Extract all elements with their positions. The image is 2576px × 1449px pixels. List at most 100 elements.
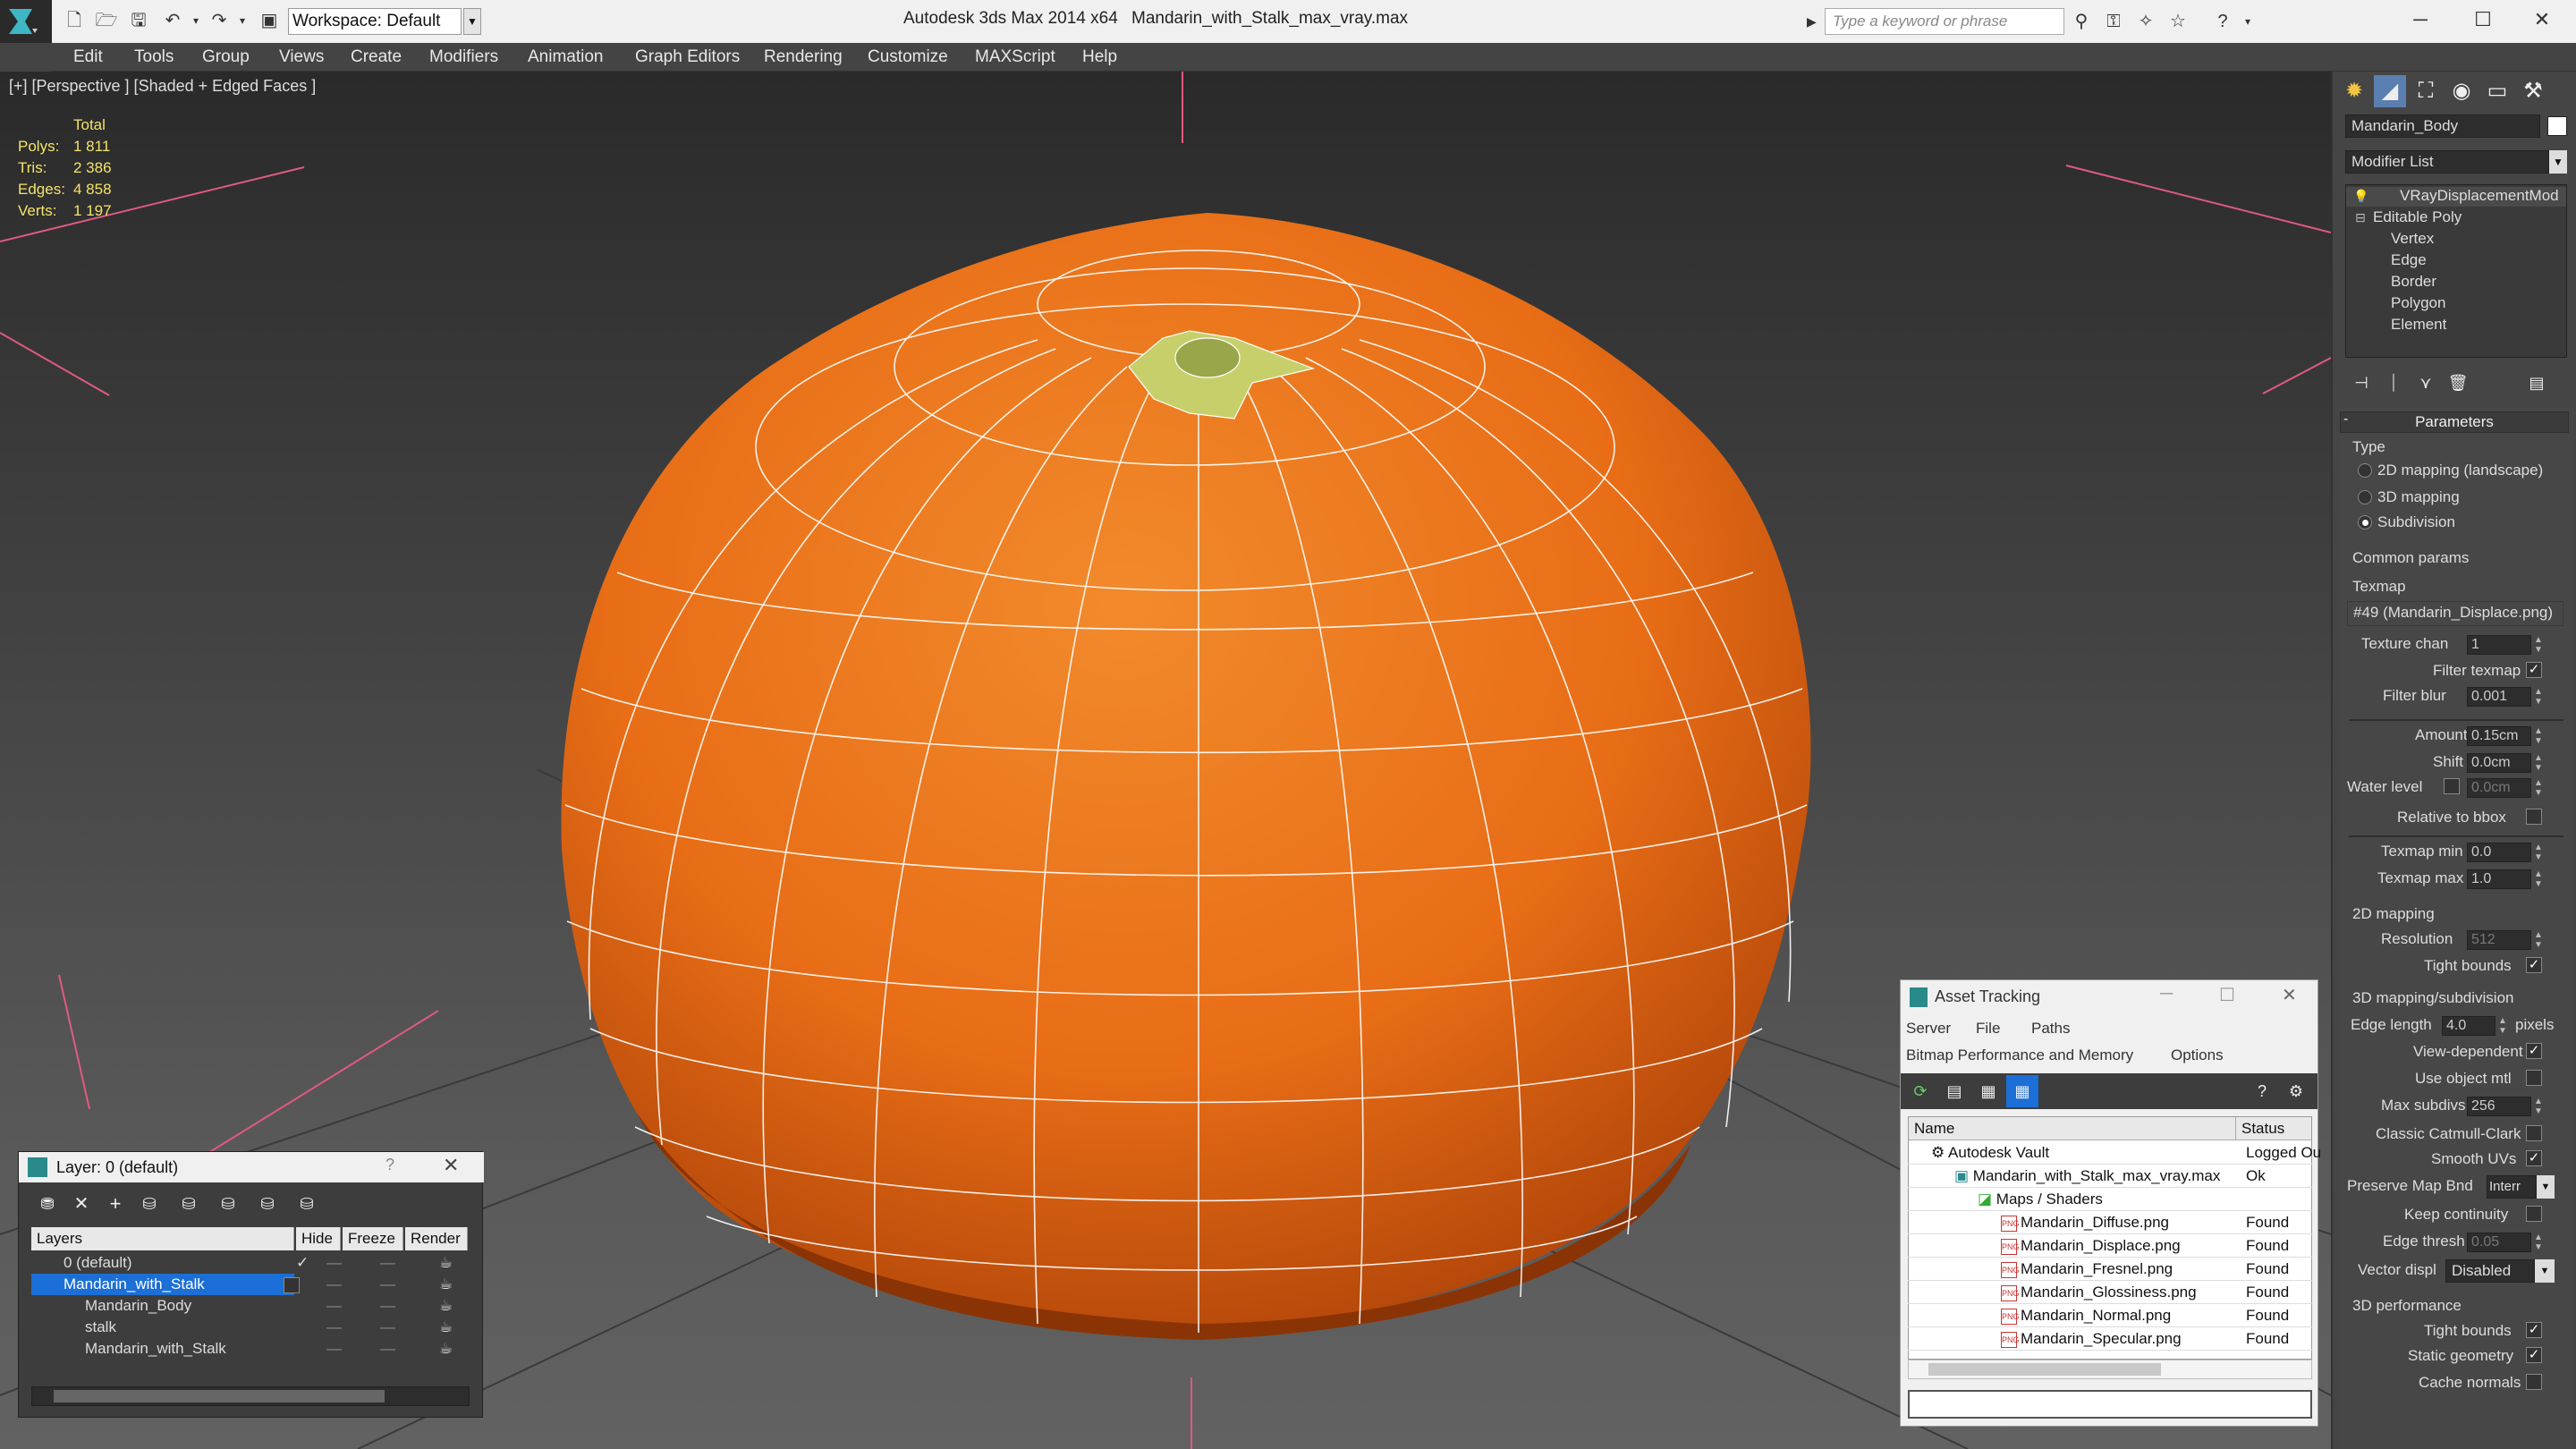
create-layer-icon[interactable]: ⛃ [31,1188,64,1220]
menu-file[interactable]: File [1976,1020,2000,1038]
spinner-arrows-icon[interactable]: ▲ ▼ [2533,1097,2544,1116]
asset-row[interactable]: PNGMandarin_Glossiness.png Found [1908,1281,2312,1304]
edge-thresh-spinner[interactable]: 0.05 [2467,1233,2531,1252]
column-layers[interactable]: Layers [31,1227,294,1250]
show-end-result-icon[interactable]: ⏐ [2377,367,2410,399]
max-subdivs-spinner[interactable]: 256 [2467,1097,2531,1116]
spinner-arrows-icon[interactable]: ▲ ▼ [2533,930,2544,950]
spinner-arrows-icon[interactable]: ▲ ▼ [2533,687,2544,707]
modifier-stack[interactable]: VRayDisplacementMod 💡 Editable Poly ⊟ Ve… [2345,184,2567,358]
subscription-icon[interactable]: ⚿ [2102,11,2125,32]
stack-item-polygon[interactable]: Polygon [2391,294,2445,312]
freeze-dash[interactable]: — [380,1274,395,1295]
asset-row[interactable]: PNGMandarin_Displace.png Found [1908,1234,2312,1258]
highlight-layer-icon[interactable]: ⛁ [173,1188,205,1220]
pin-stack-icon[interactable]: ⊣ [2345,367,2377,399]
maximize-icon[interactable]: ☐ [2219,984,2235,1006]
freeze-all-icon[interactable]: ⛁ [251,1188,284,1220]
column-render[interactable]: Render [405,1227,468,1250]
thumbnail-view-icon[interactable]: ▦ [1972,1075,2004,1107]
undo-icon[interactable]: ↶ [161,9,184,32]
stack-item-vraydisplacement[interactable]: VRayDisplacementMod [2346,187,2566,207]
menu-animation[interactable]: Animation [528,43,604,72]
menu-maxscript[interactable]: MAXScript [975,43,1055,72]
layer-row[interactable]: Mandarin_Body — — ☕ [31,1295,470,1317]
chevron-down-icon[interactable]: ▼ [2537,1175,2555,1199]
open-file-icon[interactable]: 🗁 [95,9,118,32]
spinner-arrows-icon[interactable]: ▲ ▼ [2533,726,2544,746]
close-icon[interactable]: ✕ [2515,4,2569,36]
tight-bounds-2-checkbox[interactable]: ✓ [2526,1322,2542,1338]
asset-row[interactable]: PNGMandarin_Diffuse.png Found [1908,1211,2312,1234]
communication-icon[interactable]: ✧ [2134,11,2157,32]
close-icon[interactable]: ✕ [443,1154,459,1177]
layer-checkbox[interactable] [284,1277,300,1293]
texmap-max-spinner[interactable]: 1.0 [2467,869,2531,889]
binoculars-icon[interactable]: ⚲ [2070,11,2093,32]
column-hide[interactable]: Hide [296,1227,341,1250]
use-object-mtl-checkbox[interactable] [2526,1070,2542,1086]
utilities-tab-icon[interactable]: ⚒ [2517,75,2549,107]
hide-dash[interactable]: — [326,1274,342,1295]
asset-row[interactable]: ⚙ Autodesk Vault Logged Ou [1908,1141,2321,1165]
help-icon[interactable]: ? [2246,1075,2278,1107]
asset-row[interactable]: PNGMandarin_Specular.png Found [1908,1327,2312,1351]
cache-normals-checkbox[interactable] [2526,1374,2542,1390]
remove-modifier-icon[interactable]: 🗑 [2442,367,2474,399]
stack-item-editable-poly[interactable]: Editable Poly [2373,208,2462,226]
layer-row[interactable]: stalk — — ☕ [31,1317,470,1338]
radio-3d-mapping[interactable] [2358,490,2372,504]
horizontal-scrollbar[interactable] [1908,1360,2312,1379]
menu-graph-editors[interactable]: Graph Editors [635,43,740,72]
hide-dash[interactable]: — [326,1317,342,1338]
column-status[interactable]: Status [2236,1117,2311,1140]
relative-bbox-checkbox[interactable] [2526,809,2542,825]
new-file-icon[interactable]: 🗋 [63,9,86,32]
static-geometry-checkbox[interactable]: ✓ [2526,1347,2542,1363]
hide-dash[interactable]: — [326,1252,342,1274]
search-input[interactable]: Type a keyword or phrase [1825,8,2064,35]
teapot-icon[interactable]: ☕ [439,1274,453,1295]
column-name[interactable]: Name [1909,1117,2236,1140]
chevron-down-icon[interactable]: ▼ [463,8,481,35]
configure-modifier-sets-icon[interactable]: ▤ [2521,367,2553,399]
select-objects-icon[interactable]: ⛁ [133,1188,165,1220]
smooth-uvs-checkbox[interactable]: ✓ [2526,1150,2542,1166]
texmap-button[interactable]: #49 (Mandarin_Displace.png) [2347,601,2563,626]
freeze-dash[interactable]: — [380,1317,395,1338]
menu-create[interactable]: Create [351,43,402,72]
asset-row[interactable]: PNGMandarin_Fresnel.png Found [1908,1258,2312,1281]
shift-spinner[interactable]: 0.0cm [2467,753,2531,773]
menu-help[interactable]: Help [1082,43,1117,72]
modify-tab-icon[interactable]: ◢ [2374,75,2406,107]
menu-rendering[interactable]: Rendering [764,43,843,72]
stack-item-border[interactable]: Border [2391,273,2436,291]
teapot-icon[interactable]: ☕ [439,1317,453,1338]
freeze-dash[interactable]: — [380,1295,395,1317]
collapse-minus-icon[interactable]: - [2343,411,2348,428]
edge-length-spinner[interactable]: 4.0 [2442,1016,2496,1036]
amount-spinner[interactable]: 0.15cm [2467,726,2531,746]
menu-tools[interactable]: Tools [134,43,174,72]
table-view-icon[interactable]: ▦ [2006,1075,2038,1107]
spinner-arrows-icon[interactable]: ▲ ▼ [2533,753,2544,773]
layer-settings-icon[interactable]: ⛁ [291,1188,323,1220]
modifier-list-dropdown[interactable]: Modifier List [2345,150,2549,174]
horizontal-scrollbar[interactable] [31,1386,470,1406]
redo-dropdown-icon[interactable]: ▾ [231,9,254,32]
texmap-min-spinner[interactable]: 0.0 [2467,843,2531,862]
spinner-arrows-icon[interactable]: ▲ ▼ [2533,869,2544,889]
help-icon[interactable]: ? [2211,11,2234,32]
stack-item-element[interactable]: Element [2391,316,2446,334]
list-view-icon[interactable]: ▤ [1938,1075,1970,1107]
undo-dropdown-icon[interactable]: ▾ [184,9,208,32]
spinner-arrows-icon[interactable]: ▲ ▼ [2533,778,2544,798]
keep-continuity-checkbox[interactable] [2526,1206,2542,1222]
filter-blur-spinner[interactable]: 0.001 [2467,687,2531,707]
delete-layer-icon[interactable]: ✕ [65,1188,97,1220]
redo-icon[interactable]: ↷ [208,9,231,32]
spinner-arrows-icon[interactable]: ▲ ▼ [2497,1016,2508,1036]
refresh-icon[interactable]: ⟳ [1904,1075,1936,1107]
tight-bounds-checkbox[interactable]: ✓ [2526,957,2542,973]
create-tab-icon[interactable]: ✹ [2338,75,2370,107]
